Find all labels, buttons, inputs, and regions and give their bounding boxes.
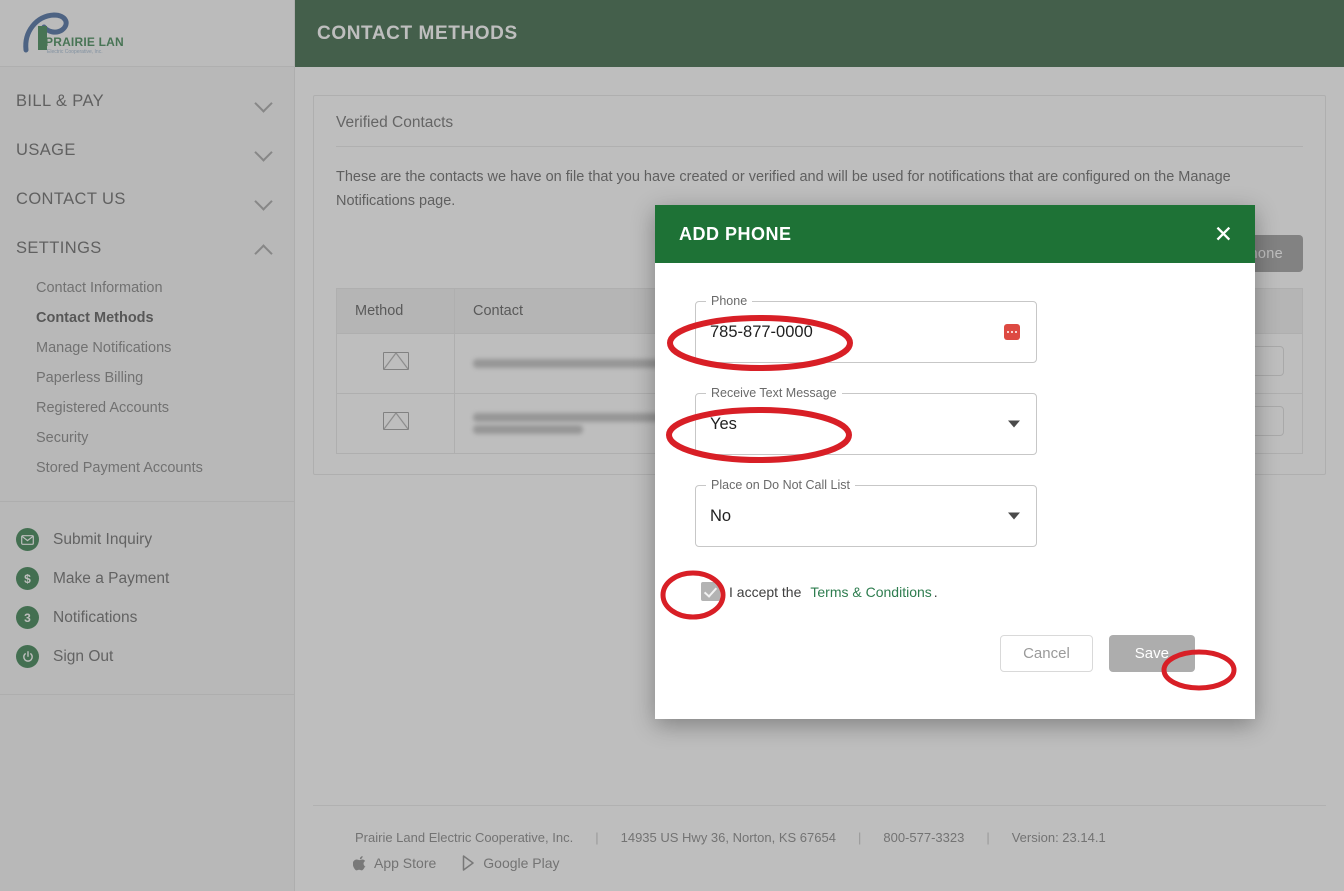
phone-input-value: 785-877-0000 [710, 322, 813, 341]
dialog-header: ADD PHONE ✕ [655, 205, 1255, 263]
terms-and-conditions-link[interactable]: Terms & Conditions [810, 584, 931, 600]
do-not-call-label: Place on Do Not Call List [706, 478, 855, 492]
autofill-icon[interactable] [1004, 324, 1020, 340]
save-button[interactable]: Save [1108, 635, 1195, 672]
chevron-down-icon [1008, 512, 1020, 520]
phone-input-label: Phone [706, 294, 753, 308]
do-not-call-select[interactable]: Place on Do Not Call List No [695, 478, 1037, 547]
autofill-dot [1007, 330, 1010, 334]
dialog-title: ADD PHONE [679, 223, 792, 244]
close-icon[interactable]: ✕ [1214, 222, 1233, 246]
receive-text-message-value: Yes [710, 414, 737, 433]
dialog-actions: Cancel Save [675, 601, 1217, 702]
add-phone-dialog: ADD PHONE ✕ Phone 785-877-0000 Receive T… [655, 205, 1255, 719]
accept-terms-checkbox[interactable] [701, 582, 720, 601]
autofill-dot [1014, 330, 1017, 334]
terms-suffix: . [933, 583, 938, 600]
receive-text-message-label: Receive Text Message [706, 386, 842, 400]
autofill-dot [1010, 330, 1014, 334]
do-not-call-value: No [710, 506, 732, 525]
terms-acceptance-row: I accept the Terms & Conditions . [675, 577, 1217, 601]
dialog-body: Phone 785-877-0000 Receive Text Message … [655, 263, 1255, 719]
cancel-button[interactable]: Cancel [1000, 635, 1093, 672]
receive-text-message-select[interactable]: Receive Text Message Yes [695, 386, 1037, 455]
terms-prefix: I accept the [729, 583, 802, 600]
chevron-down-icon [1008, 420, 1020, 428]
phone-input[interactable]: Phone 785-877-0000 [695, 294, 1037, 363]
